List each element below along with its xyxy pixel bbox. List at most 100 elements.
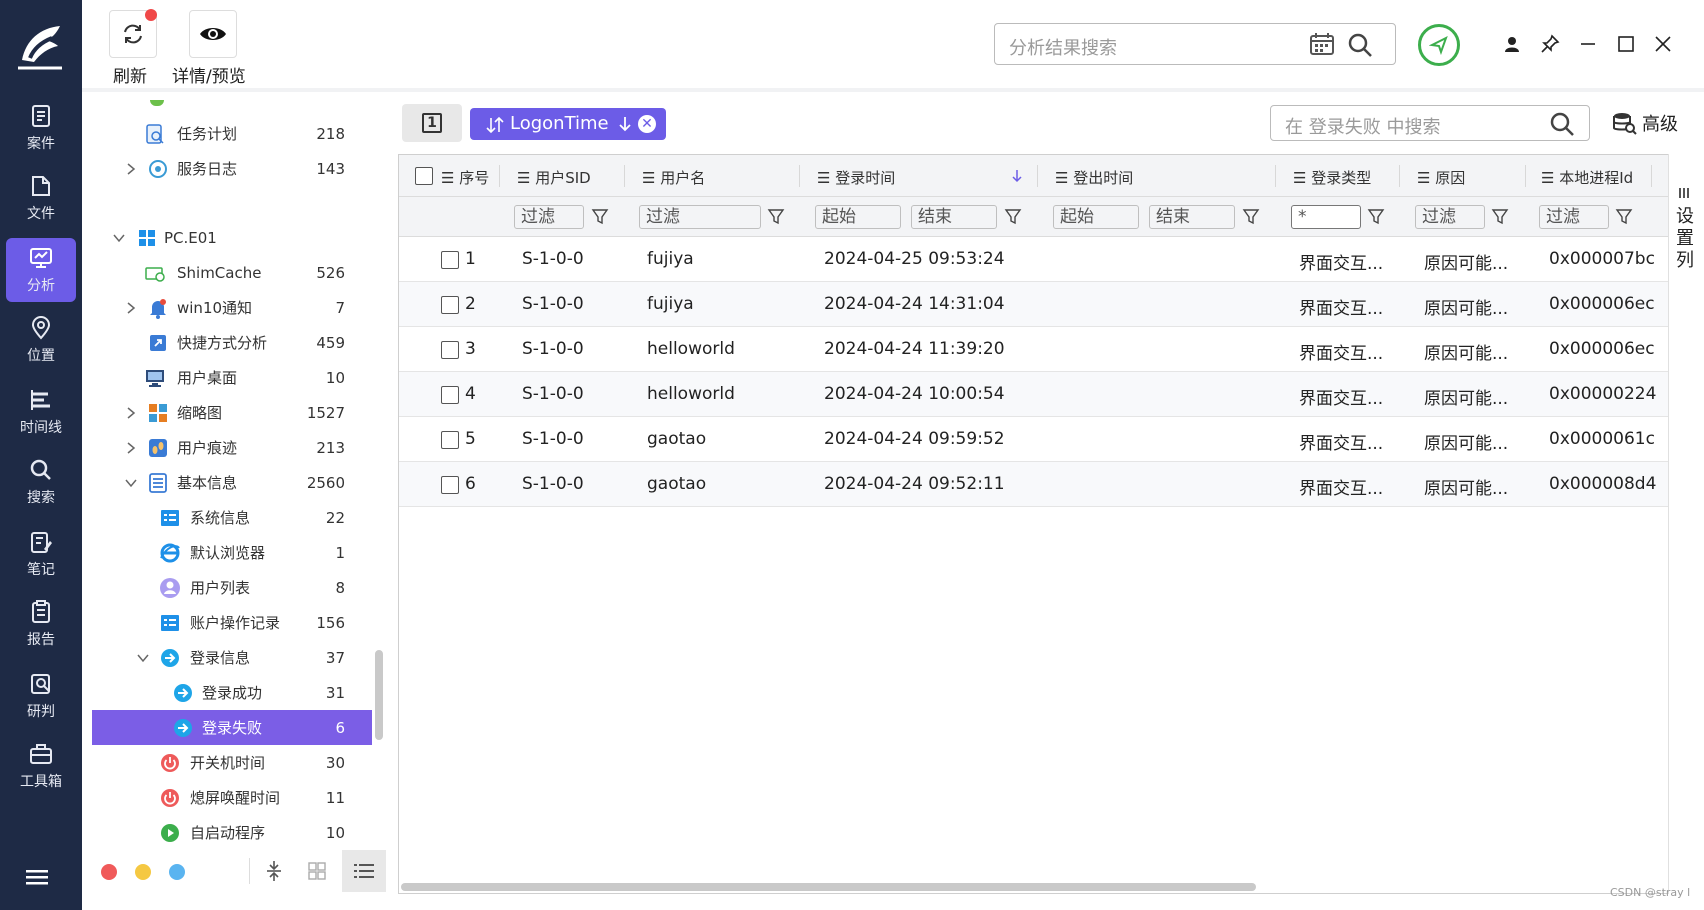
collapse-all-icon[interactable] [264,860,284,882]
list-view-button[interactable] [342,850,386,892]
column-header[interactable]: ☰ 序号 [441,167,489,188]
select-all-checkbox[interactable] [415,167,433,185]
chevron-right-icon[interactable] [124,406,138,420]
sidebar-scrollbar[interactable] [375,650,383,740]
nav-toolbox[interactable]: 工具箱 [6,734,76,798]
tree-item-shimcache[interactable]: ShimCache 526 [92,255,372,290]
tree-item-user-list[interactable]: 用户列表 8 [92,570,372,605]
column-divider[interactable] [1525,165,1526,187]
nav-analysis[interactable]: 分析 [6,238,76,302]
nav-case[interactable]: 案件 [6,96,76,160]
filter-icon[interactable] [767,207,785,225]
filter-input-type[interactable]: * [1291,205,1361,229]
nav-judge[interactable]: 研判 [6,664,76,728]
column-header[interactable]: ☰ 用户SID [517,167,591,188]
filter-icon[interactable] [1242,207,1260,225]
table-row[interactable]: 6 S-1-0-0 gaotao 2024-04-24 09:52:11 界面交… [399,462,1669,507]
filter-input-reason[interactable]: 过滤 [1415,205,1485,229]
row-checkbox[interactable] [441,341,459,359]
chevron-down-icon[interactable] [136,651,150,665]
column-divider[interactable] [1037,165,1038,187]
tree-item-account-ops[interactable]: 账户操作记录 156 [92,605,372,640]
remove-chip-icon[interactable]: ✕ [638,115,656,133]
row-checkbox[interactable] [441,476,459,494]
column-divider[interactable] [499,165,500,187]
grid-view-icon[interactable] [308,862,326,880]
table-row[interactable]: 5 S-1-0-0 gaotao 2024-04-24 09:59:52 界面交… [399,417,1669,462]
tree-item-basic-info[interactable]: 基本信息 2560 [92,465,372,500]
nav-report[interactable]: 报告 [6,592,76,656]
column-header[interactable]: ☰ 登录时间 [817,167,895,188]
column-header[interactable]: ☰ 用户名 [642,167,705,188]
column-divider[interactable] [1275,165,1276,187]
table-row[interactable]: 2 S-1-0-0 fujiya 2024-04-24 14:31:04 界面交… [399,282,1669,327]
nav-location[interactable]: 位置 [6,308,76,372]
chevron-down-icon[interactable] [124,476,138,490]
filter-input-username[interactable]: 过滤 [639,205,761,229]
close-button[interactable] [1651,32,1675,56]
filter-icon[interactable] [1367,207,1385,225]
row-checkbox[interactable] [441,386,459,404]
column-divider[interactable] [1399,165,1400,187]
row-checkbox[interactable] [441,431,459,449]
yellow-dot[interactable] [135,864,151,880]
nav-files[interactable]: 文件 [6,166,76,230]
sort-chip[interactable]: LogonTime ✕ [470,108,666,140]
tree-item-login-failed[interactable]: 登录失败 6 [92,710,372,745]
column-divider[interactable] [799,165,800,187]
nav-notes[interactable]: 笔记 [6,522,76,586]
column-header[interactable]: ☰ 登出时间 [1055,167,1133,188]
tree-item-login-info[interactable]: 登录信息 37 [92,640,372,675]
detail-preview-button[interactable] [189,10,237,58]
column-divider[interactable] [1651,165,1652,187]
search-icon[interactable] [1549,111,1575,137]
blue-dot[interactable] [169,864,185,880]
filter-input-sid[interactable]: 过滤 [514,205,584,229]
nav-timeline[interactable]: 时间线 [6,380,76,444]
tree-item-user-traces[interactable]: 用户痕迹 213 [92,430,372,465]
filter-logout-start[interactable]: 起始 [1053,205,1139,229]
tree-item-default-browser[interactable]: 默认浏览器 1 [92,535,372,570]
chevron-right-icon[interactable] [124,441,138,455]
filter-icon[interactable] [1491,207,1509,225]
tree-item-shortcut[interactable]: 快捷方式分析 459 [92,325,372,360]
filter-icon[interactable] [1004,207,1022,225]
table-row[interactable]: 1 S-1-0-0 fujiya 2024-04-25 09:53:24 界面交… [399,237,1669,282]
result-search-input[interactable]: 分析结果搜索 [994,23,1396,65]
row-checkbox[interactable] [441,296,459,314]
column-header[interactable]: ☰ 登录类型 [1293,167,1371,188]
horizontal-scrollbar[interactable] [401,883,1256,891]
filter-login-start[interactable]: 起始 [815,205,901,229]
tree-item-task-plan[interactable]: 任务计划 218 [92,116,372,151]
maximize-button[interactable] [1614,32,1638,56]
nav-search[interactable]: 搜索 [6,450,76,514]
tree-item-screen-wake[interactable]: 熄屏唤醒时间 11 [92,780,372,815]
tree-item-login-success[interactable]: 登录成功 31 [92,675,372,710]
search-icon[interactable] [1347,32,1373,58]
chevron-right-icon[interactable] [124,301,138,315]
calendar-icon[interactable] [1309,32,1335,56]
chevron-right-icon[interactable] [124,162,138,176]
tree-item-pc-e01[interactable]: PC.E01 [92,220,372,255]
column-settings-panel[interactable]: 设置列 [1668,154,1700,894]
filter-icon[interactable] [1615,207,1633,225]
tree-item-win10-notify[interactable]: win10通知 7 [92,290,372,325]
minimize-button[interactable] [1576,32,1600,56]
tree-item-system-info[interactable]: 系统信息 22 [92,500,372,535]
column-divider[interactable] [624,165,625,187]
column-header[interactable]: ☰ 原因 [1417,167,1465,188]
tree-item-user-desktop[interactable]: 用户桌面 10 [92,360,372,395]
sort-desc-icon[interactable] [1011,169,1023,183]
advanced-search-button[interactable]: 高级 [1612,108,1678,138]
column-header[interactable]: ☰ 本地进程Id [1541,167,1633,188]
filter-login-end[interactable]: 结束 [911,205,997,229]
table-row[interactable]: 3 S-1-0-0 helloworld 2024-04-24 11:39:20… [399,327,1669,372]
tree-item-power-time[interactable]: 开关机时间 30 [92,745,372,780]
filter-logout-end[interactable]: 结束 [1149,205,1235,229]
table-row[interactable]: 4 S-1-0-0 helloworld 2024-04-24 10:00:54… [399,372,1669,417]
tree-item-service-log[interactable]: 服务日志 143 [92,151,372,186]
pin-button[interactable] [1538,32,1562,56]
menu-icon[interactable] [26,868,54,890]
filter-icon[interactable] [591,207,609,225]
status-button[interactable] [1418,24,1460,66]
